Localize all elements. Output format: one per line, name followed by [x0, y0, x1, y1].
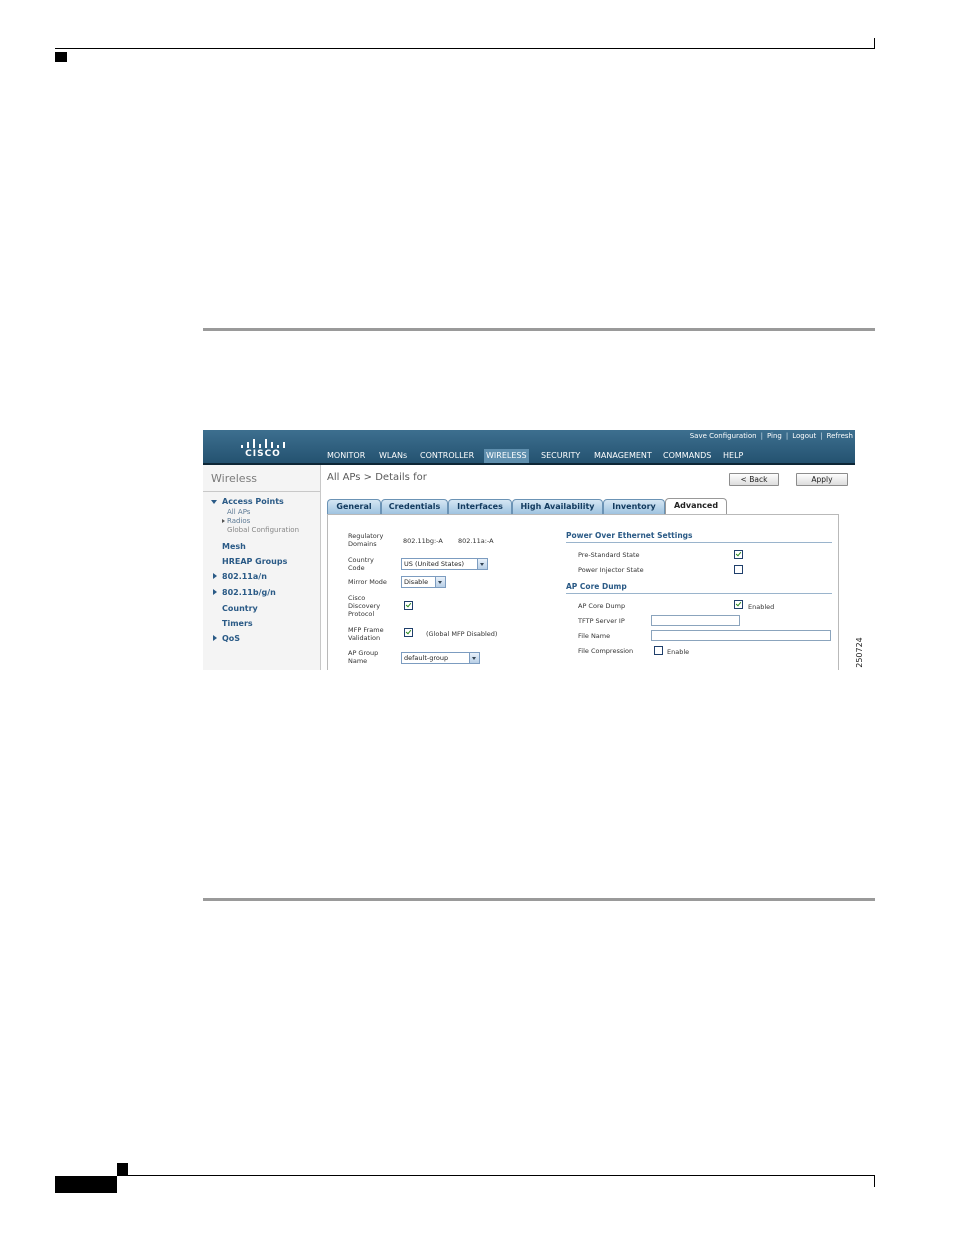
sidebar-item-mesh[interactable]: Mesh: [222, 542, 246, 551]
apply-button[interactable]: Apply: [796, 473, 848, 486]
top-bar: CISCO Save Configuration | Ping | Logout | Ref…: [203, 430, 855, 465]
country-code-select[interactable]: US (United States): [401, 558, 488, 570]
figure-id-text: 250724: [854, 637, 864, 668]
sidebar-item-hreap-groups[interactable]: HREAP Groups: [222, 557, 287, 566]
mirror-mode-label: Mirror Mode: [348, 578, 387, 586]
back-button[interactable]: < Back: [729, 473, 779, 486]
separator: |: [820, 432, 823, 440]
menu-help[interactable]: HELP: [721, 449, 745, 463]
ping-link[interactable]: Ping: [767, 432, 782, 440]
regulatory-bg-value: 802.11bg:-A: [403, 537, 443, 545]
save-configuration-link[interactable]: Save Configuration: [690, 432, 757, 440]
tftp-server-label: TFTP Server IP: [578, 617, 625, 625]
header-rule: [55, 48, 875, 49]
sidebar-item-country[interactable]: Country: [222, 604, 258, 613]
header-tick: [874, 38, 875, 49]
mfp-label: MFP Frame Validation: [348, 626, 384, 642]
file-name-input[interactable]: [651, 630, 831, 641]
separator: |: [785, 432, 789, 440]
tftp-server-input[interactable]: [651, 615, 740, 626]
sidebar-item-80211bgn[interactable]: 802.11b/g/n: [222, 588, 276, 597]
footer-rule: [117, 1175, 875, 1176]
sidebar-item-access-points[interactable]: Access Points: [222, 497, 284, 506]
expand-right-icon[interactable]: [213, 573, 217, 579]
pre-standard-checkbox[interactable]: [734, 550, 743, 559]
pre-standard-label: Pre-Standard State: [578, 551, 640, 559]
ap-group-label: AP Group Name: [348, 649, 379, 665]
tab-credentials[interactable]: Credentials: [381, 499, 448, 514]
main-content: All APs > Details for < Back Apply Gener…: [321, 465, 855, 670]
menu-wireless[interactable]: WIRELESS: [484, 449, 529, 465]
figure-id: 250724: [854, 636, 868, 672]
sidebar-item-all-aps[interactable]: All APs: [227, 508, 250, 516]
breadcrumb: All APs > Details for: [327, 472, 427, 483]
sidebar-title: Wireless: [211, 472, 258, 485]
sidebar-item-global-configuration[interactable]: Global Configuration: [227, 526, 299, 534]
sidebar: Wireless Access Points All APs Radios Gl…: [203, 465, 321, 670]
core-dump-checkbox[interactable]: [734, 600, 743, 609]
top-links: Save Configuration | Ping | Logout | Refresh: [688, 432, 855, 440]
tab-high-availability[interactable]: High Availability: [512, 499, 603, 514]
sidebar-item-qos[interactable]: QoS: [222, 634, 240, 643]
tab-interfaces[interactable]: Interfaces: [448, 499, 512, 514]
country-code-value: US (United States): [404, 560, 465, 568]
sidebar-item-80211an[interactable]: 802.11a/n: [222, 572, 267, 581]
sidebar-item-timers[interactable]: Timers: [222, 619, 253, 628]
menu-monitor[interactable]: MONITOR: [325, 449, 367, 463]
header-marker: [55, 52, 67, 62]
chevron-down-icon: [477, 559, 487, 569]
file-compression-label: File Compression: [578, 647, 634, 655]
footer-block: [55, 1176, 117, 1193]
tab-inventory[interactable]: Inventory: [603, 499, 665, 514]
menu-controller[interactable]: CONTROLLER: [418, 449, 476, 463]
core-dump-label: AP Core Dump: [578, 602, 626, 610]
regulatory-domains-label: Regulatory Domains: [348, 532, 384, 548]
mirror-mode-value: Disable: [404, 578, 429, 586]
section-rule-top: [203, 328, 875, 331]
file-compression-enable-label: Enable: [667, 648, 690, 656]
menu-management[interactable]: MANAGEMENT: [592, 449, 654, 463]
footer-marker: [117, 1163, 128, 1175]
separator: |: [760, 432, 763, 440]
cdp-checkbox[interactable]: [404, 601, 413, 610]
poe-section-title: Power Over Ethernet Settings: [566, 531, 693, 540]
ap-group-value: default-group: [404, 654, 449, 662]
section-divider: [566, 542, 832, 543]
expand-right-icon[interactable]: [213, 589, 217, 595]
ap-group-select[interactable]: default-group: [401, 652, 480, 664]
power-injector-label: Power Injector State: [578, 566, 644, 574]
footer-tick: [874, 1175, 875, 1187]
main-menu: MONITOR WLANs CONTROLLER WIRELESS SECURI…: [203, 447, 855, 465]
sidebar-divider: [203, 491, 320, 492]
file-name-label: File Name: [578, 632, 611, 640]
core-dump-enabled-label: Enabled: [748, 603, 775, 611]
mirror-mode-select[interactable]: Disable: [401, 576, 446, 588]
chevron-down-icon: [435, 577, 445, 587]
country-code-label: Country Code: [348, 556, 374, 572]
menu-wlans[interactable]: WLANs: [377, 449, 409, 463]
mfp-note: (Global MFP Disabled): [426, 630, 498, 638]
mfp-checkbox[interactable]: [404, 628, 413, 637]
chevron-down-icon: [469, 653, 479, 663]
advanced-panel: Regulatory Domains 802.11bg:-A 802.11a:-…: [327, 514, 839, 670]
tab-advanced[interactable]: Advanced: [665, 498, 727, 515]
expand-down-icon[interactable]: [211, 500, 217, 504]
menu-security[interactable]: SECURITY: [539, 449, 582, 463]
refresh-link[interactable]: Refresh: [827, 432, 853, 440]
section-rule-bottom: [203, 898, 875, 901]
cdp-label: Cisco Discovery Protocol: [348, 594, 381, 618]
wlc-screenshot: CISCO Save Configuration | Ping | Logout | Ref…: [203, 430, 855, 670]
logout-link[interactable]: Logout: [792, 432, 816, 440]
regulatory-a-value: 802.11a:-A: [458, 537, 494, 545]
expand-right-icon[interactable]: [213, 635, 217, 641]
sidebar-item-radios[interactable]: Radios: [227, 517, 250, 525]
file-compression-checkbox[interactable]: [654, 646, 663, 655]
menu-commands[interactable]: COMMANDS: [661, 449, 713, 463]
expand-right-icon[interactable]: [222, 519, 225, 523]
power-injector-checkbox[interactable]: [734, 565, 743, 574]
section-divider: [566, 593, 832, 594]
core-dump-section-title: AP Core Dump: [566, 582, 627, 591]
tab-general[interactable]: General: [327, 499, 381, 514]
